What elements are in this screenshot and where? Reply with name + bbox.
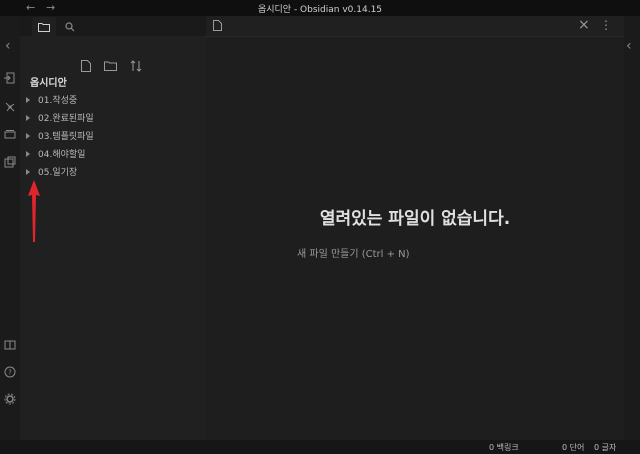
tab-header: × ⋮ <box>206 16 624 37</box>
empty-state-title: 열려있는 파일이 없습니다. <box>319 209 511 229</box>
sidebar-tabs <box>20 16 206 36</box>
settings-icon[interactable] <box>3 392 17 406</box>
new-note-icon <box>81 60 91 72</box>
window-title: 옵시디안 - Obsidian v0.14.15 <box>257 5 383 15</box>
collapse-triangle-icon[interactable] <box>26 132 30 139</box>
create-new-file-link[interactable]: 새 파일 만들기 (Ctrl + N) <box>297 245 410 260</box>
title-bar: ← → 옵시디안 - Obsidian v0.14.15 <box>0 0 640 16</box>
collapse-triangle-icon[interactable] <box>26 96 30 103</box>
open-quick-switcher-icon[interactable] <box>3 71 17 85</box>
sort-button[interactable] <box>128 58 144 74</box>
cards-icon[interactable] <box>3 127 17 141</box>
more-options-icon[interactable]: ⋮ <box>600 18 612 32</box>
folder-item[interactable]: 02.완료된파일 <box>26 111 94 124</box>
annotation-arrow-icon <box>28 180 40 242</box>
expand-right-sidebar-icon[interactable]: ‹ <box>626 38 632 54</box>
help-icon[interactable]: ? <box>3 365 17 379</box>
new-folder-button[interactable] <box>102 58 118 74</box>
collapse-triangle-icon[interactable] <box>26 150 30 157</box>
open-vault-icon[interactable] <box>3 338 17 352</box>
character-count: 0 글자 <box>594 443 617 452</box>
command-palette-icon[interactable] <box>3 155 17 169</box>
close-icon[interactable]: × <box>578 17 590 33</box>
word-count: 0 단어 <box>562 443 585 452</box>
tab-file-explorer[interactable] <box>32 17 56 36</box>
graph-view-icon[interactable] <box>3 100 17 114</box>
new-note-button[interactable] <box>78 58 94 74</box>
svg-text:?: ? <box>8 369 12 377</box>
collapse-sidebar-icon[interactable]: ‹ <box>5 38 11 54</box>
left-ribbon: ‹ ? <box>0 16 21 440</box>
collapse-triangle-icon[interactable] <box>26 168 30 175</box>
vault-name: 옵시디안 <box>30 78 67 89</box>
collapse-triangle-icon[interactable] <box>26 114 30 121</box>
new-folder-icon <box>103 61 117 71</box>
status-bar: 0 백링크 0 단어 0 글자 <box>0 440 640 454</box>
folder-item[interactable]: 03.템플릿파일 <box>26 129 94 142</box>
backlink-count: 0 백링크 <box>489 443 519 452</box>
right-sidebar-collapsed: ‹ <box>624 16 640 440</box>
empty-file-icon[interactable] <box>213 20 222 31</box>
folder-item[interactable]: 01.작성중 <box>26 93 77 106</box>
search-icon <box>65 21 75 31</box>
tab-search[interactable] <box>58 17 82 36</box>
folder-item[interactable]: 04.해야할일 <box>26 147 85 160</box>
sort-icon <box>130 60 142 72</box>
folder-item[interactable]: 05.일기장 <box>26 165 77 178</box>
folder-icon <box>38 22 50 32</box>
